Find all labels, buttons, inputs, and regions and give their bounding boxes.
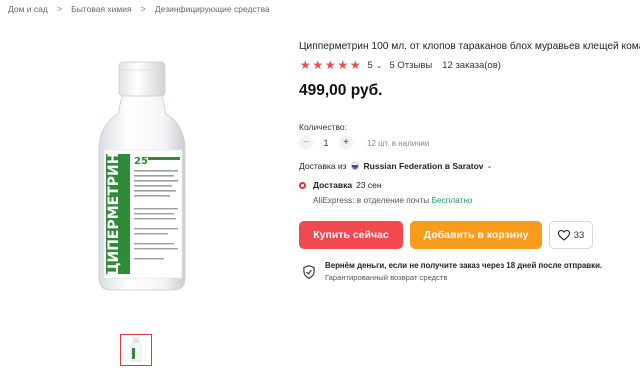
- heart-icon: [557, 229, 570, 241]
- delivery-service-text: AliExpress: в отделение почты: [313, 195, 430, 205]
- bottle-thumbnail-image: [130, 337, 142, 362]
- rating-row: ★ ★ ★ ★ ★ 5 ⌄ 5 Отзывы 12 заказа(ов): [299, 58, 501, 72]
- bottle-label-number: 25: [134, 156, 148, 167]
- chevron-down-icon[interactable]: ⌄: [376, 61, 383, 70]
- buyer-protection-text: Вернём деньги, если не получите заказ че…: [325, 261, 602, 282]
- delivery-free-label: Бесплатно: [431, 195, 473, 205]
- star-icon: ★: [324, 58, 336, 72]
- product-title: Ципперметрин 100 мл. от клопов тараканов…: [299, 41, 640, 52]
- star-icon: ★: [349, 58, 361, 72]
- delivery-date: 23 сен: [356, 180, 382, 190]
- delivery-from-location: Russian Federation в Saratov: [363, 161, 484, 171]
- russia-flag-icon: [350, 162, 359, 170]
- buyer-protection: Вернём деньги, если не получите заказ че…: [302, 261, 602, 282]
- buy-now-button[interactable]: Купить сейчас: [299, 221, 403, 249]
- star-icon: ★: [299, 58, 311, 72]
- star-icon: ★: [312, 58, 324, 72]
- quantity-label: Количество:: [299, 122, 348, 132]
- breadcrumb: Дом и сад > Бытовая химия > Дезинфицирую…: [8, 4, 270, 14]
- quantity-stepper: − 1 + 12 шт. в наличии: [299, 136, 429, 150]
- breadcrumb-separator: >: [56, 4, 63, 14]
- delivery-service: AliExpress: в отделение почты Бесплатно: [313, 195, 473, 205]
- stock-available: 12 шт. в наличии: [367, 138, 430, 148]
- delivery-from-prefix: Доставка из: [299, 161, 347, 171]
- wishlist-button[interactable]: 33: [549, 221, 593, 249]
- breadcrumb-item-household-chemicals[interactable]: Бытовая химия: [71, 4, 132, 14]
- bottle-image: ЦИПЕРМЕТРИН 25: [98, 61, 186, 291]
- delivery-estimate: Доставка 23 сен: [299, 180, 382, 190]
- quantity-value[interactable]: 1: [313, 138, 339, 148]
- guaranteed-return-text: Гарантированный возврат средств: [325, 273, 448, 282]
- shield-check-icon: [303, 265, 315, 279]
- delivery-from-selector[interactable]: Доставка из Russian Federation в Saratov…: [299, 161, 492, 171]
- star-icon: ★: [337, 58, 349, 72]
- product-price: 499,00 руб.: [299, 82, 383, 99]
- breadcrumb-separator: >: [140, 4, 146, 14]
- wishlist-count: 33: [573, 229, 585, 241]
- delivery-label: Доставка: [313, 180, 353, 190]
- refund-guarantee-text: Вернём деньги, если не получите заказ че…: [325, 261, 603, 270]
- reviews-link[interactable]: 5 Отзывы: [390, 60, 433, 71]
- orders-count: 12 заказа(ов): [442, 59, 501, 71]
- bottle-label-text: ЦИПЕРМЕТРИН: [106, 153, 122, 276]
- chevron-down-icon: ⌄: [486, 163, 493, 170]
- rating-value[interactable]: 5: [368, 60, 373, 71]
- product-image: ЦИПЕРМЕТРИН 25: [88, 58, 198, 293]
- product-thumbnail[interactable]: [120, 334, 152, 366]
- rating-stars: ★ ★ ★ ★ ★: [299, 58, 362, 72]
- quantity-decrease-button[interactable]: −: [299, 136, 313, 150]
- delivery-dot-icon: [299, 181, 306, 189]
- breadcrumb-item-disinfectants[interactable]: Дезинфицирующие средства: [155, 4, 270, 14]
- add-to-cart-button[interactable]: Добавить в корзину: [410, 221, 542, 249]
- quantity-increase-button[interactable]: +: [339, 136, 353, 150]
- breadcrumb-item-home-garden[interactable]: Дом и сад: [8, 4, 48, 14]
